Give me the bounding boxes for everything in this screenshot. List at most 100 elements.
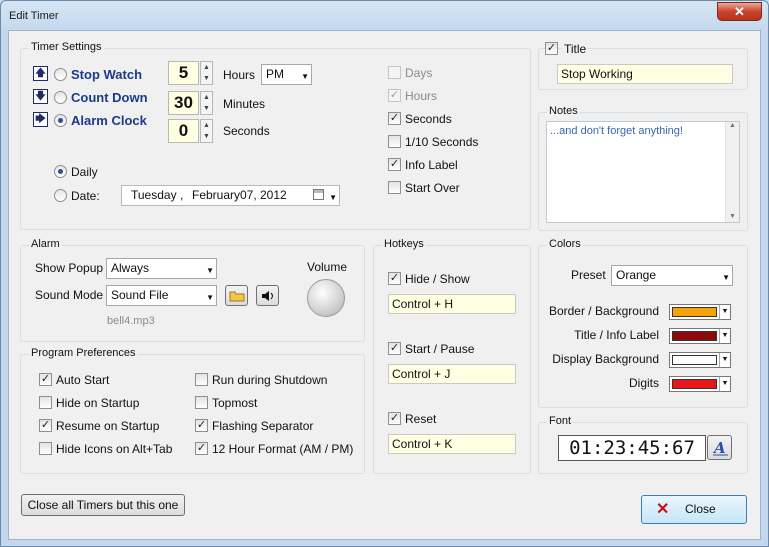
- date-weekday[interactable]: Tuesday: [131, 186, 177, 205]
- countdown-radio[interactable]: [54, 91, 67, 104]
- calendar-icon[interactable]: [313, 189, 324, 200]
- display-option-checkbox[interactable]: ✓: [388, 89, 401, 102]
- minutes-input[interactable]: 30: [168, 91, 199, 115]
- minutes-spinner[interactable]: ▲ ▼: [200, 91, 213, 115]
- date-picker[interactable]: Tuesday , February 07, 2012 ▼: [121, 185, 340, 206]
- color-swatch-picker[interactable]: ▼: [669, 328, 731, 344]
- date-radio[interactable]: [54, 189, 67, 202]
- hotkey-checkbox[interactable]: ✓: [388, 412, 401, 425]
- window-close-button[interactable]: ✕: [717, 2, 762, 21]
- chevron-down-icon[interactable]: ▼: [719, 305, 730, 319]
- color-swatch-picker[interactable]: ▼: [669, 304, 731, 320]
- chevron-down-icon[interactable]: ▼: [719, 353, 730, 367]
- countdown-down-icon[interactable]: 🡇: [33, 89, 48, 104]
- date-year[interactable]: 2012: [260, 186, 287, 205]
- hotkey-input[interactable]: Control + J: [388, 364, 516, 384]
- scroll-up-icon[interactable]: ▲: [726, 122, 739, 129]
- close-all-timers-button[interactable]: Close all Timers but this one: [21, 494, 185, 516]
- spin-down-icon[interactable]: ▼: [201, 73, 212, 84]
- stopwatch-up-icon[interactable]: 🡅: [33, 66, 48, 81]
- pref-checkbox[interactable]: [39, 396, 52, 409]
- close-button[interactable]: ✕ Close: [641, 495, 747, 524]
- hotkey-input[interactable]: Control + K: [388, 434, 516, 454]
- date-label[interactable]: Date:: [71, 189, 100, 203]
- alarmclock-radio[interactable]: [54, 114, 67, 127]
- display-option-label[interactable]: Seconds: [405, 112, 452, 126]
- spin-down-icon[interactable]: ▼: [201, 103, 212, 114]
- seconds-input[interactable]: 0: [168, 119, 199, 143]
- notes-textarea[interactable]: ...and don't forget anything! ▲ ▼: [546, 121, 740, 223]
- ampm-select[interactable]: PM ▼: [261, 64, 312, 85]
- open-file-button[interactable]: [225, 285, 248, 306]
- pref-checkbox[interactable]: [195, 373, 208, 386]
- pref-checkbox[interactable]: [39, 442, 52, 455]
- date-day[interactable]: 07,: [240, 186, 257, 205]
- pref-label[interactable]: Hide Icons on Alt+Tab: [56, 442, 172, 456]
- daily-label[interactable]: Daily: [71, 165, 98, 179]
- pref-checkbox[interactable]: ✓: [39, 373, 52, 386]
- pref-checkbox[interactable]: [195, 396, 208, 409]
- pref-label[interactable]: Flashing Separator: [212, 419, 313, 433]
- notes-scrollbar[interactable]: ▲ ▼: [725, 122, 739, 222]
- pref-label[interactable]: Resume on Startup: [56, 419, 159, 433]
- notes-label: Notes: [547, 105, 580, 117]
- choose-font-button[interactable]: A: [707, 435, 732, 460]
- date-month[interactable]: February: [192, 186, 240, 205]
- chevron-down-icon[interactable]: ▼: [719, 377, 730, 391]
- alarmclock-right-icon[interactable]: 🡆: [33, 112, 48, 127]
- display-option-checkbox[interactable]: [388, 66, 401, 79]
- sound-mode-select[interactable]: Sound File ▼: [106, 285, 217, 306]
- pref-label[interactable]: Auto Start: [56, 373, 109, 387]
- spin-up-icon[interactable]: ▲: [201, 62, 212, 73]
- preset-select[interactable]: Orange ▼: [611, 265, 733, 286]
- volume-knob[interactable]: [307, 279, 345, 317]
- display-option-label[interactable]: Start Over: [405, 181, 460, 195]
- pref-label[interactable]: Topmost: [212, 396, 257, 410]
- daily-radio[interactable]: [54, 165, 67, 178]
- hotkey-label[interactable]: Reset: [405, 412, 436, 426]
- stopwatch-label[interactable]: Stop Watch: [71, 67, 142, 82]
- hotkey-checkbox[interactable]: ✓: [388, 272, 401, 285]
- hotkey-checkbox[interactable]: ✓: [388, 342, 401, 355]
- pref-label[interactable]: Run during Shutdown: [212, 373, 327, 387]
- display-option-checkbox[interactable]: [388, 135, 401, 148]
- hotkey-label[interactable]: Hide / Show: [405, 272, 470, 286]
- spin-down-icon[interactable]: ▼: [201, 131, 212, 142]
- title-label[interactable]: Title: [562, 42, 589, 56]
- spin-up-icon[interactable]: ▲: [201, 120, 212, 131]
- hotkey-input[interactable]: Control + H: [388, 294, 516, 314]
- pref-label[interactable]: 12 Hour Format (AM / PM): [212, 442, 353, 456]
- chevron-down-icon[interactable]: ▼: [206, 288, 214, 307]
- seconds-spinner[interactable]: ▲ ▼: [200, 119, 213, 143]
- chevron-down-icon[interactable]: ▼: [329, 188, 337, 207]
- display-option-label[interactable]: 1/10 Seconds: [405, 135, 478, 149]
- display-option-label[interactable]: Days: [405, 66, 432, 80]
- display-option-checkbox[interactable]: [388, 181, 401, 194]
- stopwatch-radio[interactable]: [54, 68, 67, 81]
- hours-spinner[interactable]: ▲ ▼: [200, 61, 213, 85]
- display-option-checkbox[interactable]: ✓: [388, 158, 401, 171]
- chevron-down-icon[interactable]: ▼: [722, 268, 730, 287]
- display-option-checkbox[interactable]: ✓: [388, 112, 401, 125]
- play-sound-button[interactable]: [256, 285, 279, 306]
- display-option-label[interactable]: Hours: [405, 89, 437, 103]
- countdown-label[interactable]: Count Down: [71, 90, 148, 105]
- color-swatch-picker[interactable]: ▼: [669, 376, 731, 392]
- title-checkbox[interactable]: ✓: [545, 42, 558, 55]
- color-swatch-picker[interactable]: ▼: [669, 352, 731, 368]
- hours-input[interactable]: 5: [168, 61, 199, 85]
- alarmclock-label[interactable]: Alarm Clock: [71, 113, 147, 128]
- chevron-down-icon[interactable]: ▼: [206, 261, 214, 280]
- pref-checkbox[interactable]: ✓: [195, 419, 208, 432]
- pref-checkbox[interactable]: ✓: [195, 442, 208, 455]
- chevron-down-icon[interactable]: ▼: [301, 67, 309, 86]
- display-option-label[interactable]: Info Label: [405, 158, 458, 172]
- scroll-down-icon[interactable]: ▼: [726, 213, 739, 220]
- title-input[interactable]: Stop Working: [557, 64, 733, 84]
- spin-up-icon[interactable]: ▲: [201, 92, 212, 103]
- show-popup-select[interactable]: Always ▼: [106, 258, 217, 279]
- pref-checkbox[interactable]: ✓: [39, 419, 52, 432]
- pref-label[interactable]: Hide on Startup: [56, 396, 139, 410]
- hotkey-label[interactable]: Start / Pause: [405, 342, 474, 356]
- chevron-down-icon[interactable]: ▼: [719, 329, 730, 343]
